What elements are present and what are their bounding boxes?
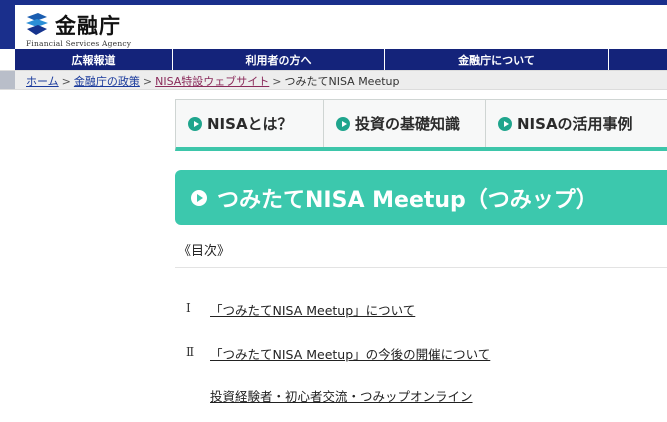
left-accent-bar — [0, 5, 15, 49]
tab-investment-basics[interactable]: 投資の基礎知識 — [324, 100, 486, 147]
arrow-circle-icon — [336, 116, 350, 131]
logo-subtitle: Financial Services Agency — [26, 39, 132, 48]
nisa-tab-nav: NISAとは？ 投資の基礎知識 NISAの活用事例 — [175, 99, 667, 151]
arrow-circle-icon — [188, 116, 202, 131]
logo-title: 金融庁 — [55, 13, 121, 38]
tab-label: NISAとは？ — [207, 115, 293, 133]
tab-nisa-examples[interactable]: NISAの活用事例 — [486, 100, 667, 147]
top-accent-stripe — [0, 0, 667, 5]
page-title: つみたてNISA Meetup（つみップ） — [217, 187, 598, 213]
breadcrumb-separator: > — [272, 75, 282, 88]
global-nav: 広報報道 利用者の方へ 金融庁について — [15, 49, 667, 70]
toc-link-future-events[interactable]: 「つみたてNISA Meetup」の今後の開催について — [210, 344, 490, 363]
nav-item-press[interactable]: 広報報道 — [15, 49, 173, 70]
tab-label: 投資の基礎知識 — [355, 115, 461, 133]
breadcrumb-policy-link[interactable]: 金融庁の政策 — [74, 75, 140, 88]
nav-item-users[interactable]: 利用者の方へ — [173, 49, 385, 70]
toc-heading: 《目次》 — [178, 244, 231, 259]
arrow-circle-icon — [191, 189, 207, 206]
breadcrumb-separator: > — [142, 75, 153, 88]
fsa-emblem-icon — [24, 11, 50, 37]
breadcrumb-accent — [0, 71, 15, 89]
breadcrumb-current: つみたてNISA Meetup — [284, 75, 400, 88]
breadcrumb-nisa-site-link[interactable]: NISA特設ウェブサイト — [155, 75, 269, 88]
toc-link-about-meetup[interactable]: 「つみたてNISA Meetup」について — [210, 300, 415, 319]
breadcrumb-separator: > — [61, 75, 71, 88]
nav-item-overflow[interactable] — [609, 49, 667, 70]
breadcrumb: ホーム > 金融庁の政策 > NISA特設ウェブサイト > つみたてNISA Meetup — [26, 73, 400, 89]
breadcrumb-home-link[interactable]: ホーム — [26, 75, 59, 88]
nav-item-about[interactable]: 金融庁について — [385, 49, 609, 70]
toc-number: Ⅰ — [186, 301, 191, 315]
toc-link-online-exchange[interactable]: 投資経験者・初心者交流・つみップオンライン — [210, 386, 473, 405]
tab-nisa-about[interactable]: NISAとは？ — [176, 100, 324, 147]
fsa-logo[interactable]: 金融庁 Financial Services Agency — [24, 9, 174, 49]
arrow-circle-icon — [498, 116, 512, 131]
tab-label: NISAの活用事例 — [517, 115, 633, 133]
breadcrumb-bar: ホーム > 金融庁の政策 > NISA特設ウェブサイト > つみたてNISA Meetup — [0, 70, 667, 90]
divider — [175, 267, 667, 268]
toc-number: Ⅱ — [186, 345, 195, 359]
page-title-banner: つみたてNISA Meetup（つみップ） — [175, 170, 667, 225]
